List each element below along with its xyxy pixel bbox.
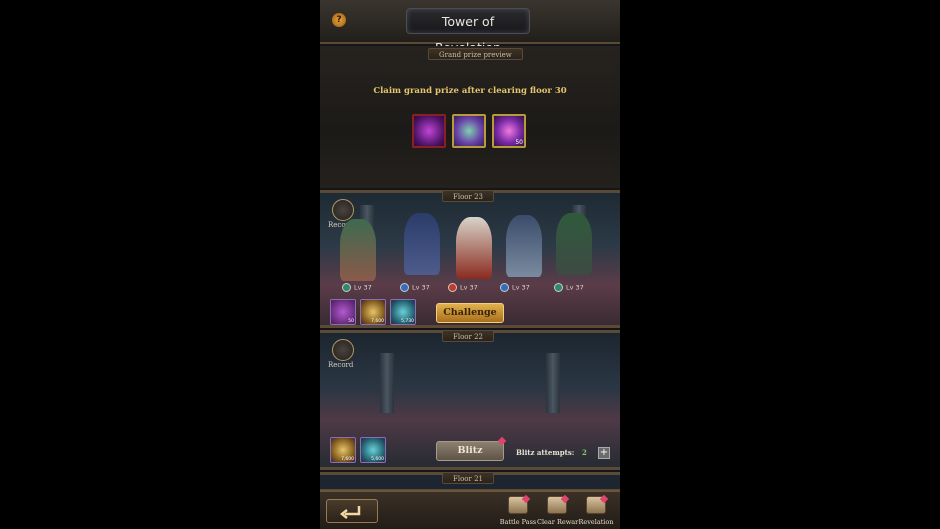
water-element-icon	[400, 283, 409, 292]
hero-5	[556, 213, 592, 275]
return-arrow-icon	[339, 506, 361, 519]
crystal-orb-icon[interactable]	[452, 114, 486, 148]
record-icon[interactable]	[332, 199, 354, 221]
gem-count: 50	[515, 139, 523, 146]
fire-element-icon	[448, 283, 457, 292]
wind-element-icon	[554, 283, 563, 292]
revelation-button[interactable]: Revelation	[576, 496, 616, 529]
purple-scroll-icon[interactable]: 50	[330, 299, 356, 325]
challenge-button[interactable]: Challenge	[436, 303, 504, 323]
hero-level: Lv 37	[400, 283, 430, 292]
hero-level: Lv 37	[554, 283, 584, 292]
blitz-button[interactable]: Blitz	[436, 441, 504, 461]
clear-rewards-button[interactable]: Clear Rewar	[537, 496, 579, 529]
hero-level: Lv 37	[448, 283, 478, 292]
floor-21-panel: Floor 21	[320, 472, 620, 492]
record-label: Record	[328, 361, 354, 369]
hero-4	[506, 215, 542, 277]
wind-element-icon	[342, 283, 351, 292]
background-pillar	[546, 353, 560, 413]
floor-22-label: Floor 22	[442, 330, 495, 342]
back-button[interactable]	[326, 499, 378, 523]
blue-potion-icon[interactable]: 5,730	[390, 299, 416, 325]
floor-23-panel: Floor 23 Record Lv 37 Lv 37 Lv 37 Lv 37 …	[320, 190, 620, 328]
blitz-attempts-label: Blitz attempts:	[516, 448, 575, 457]
clear-rewards-label: Clear Rewar	[537, 518, 579, 526]
top-bar: ? Tower of Revelation	[320, 0, 620, 55]
floor-23-label: Floor 23	[442, 190, 495, 202]
hero-3	[456, 217, 492, 279]
bottom-bar: Battle Pass Clear Rewar Revelation	[320, 490, 620, 529]
blitz-attempts-value: 2	[582, 448, 587, 457]
gold-coin-icon[interactable]: 7,600	[360, 299, 386, 325]
floor-22-panel: Floor 22 Record 7,600 5,600 Blitz Blitz …	[320, 330, 620, 470]
game-screen: ? Tower of Revelation Grand prize previe…	[320, 0, 620, 529]
add-attempts-button[interactable]: +	[598, 447, 610, 459]
record-icon[interactable]	[332, 339, 354, 361]
gold-coin-icon[interactable]: 7,600	[330, 437, 356, 463]
hero-level: Lv 37	[500, 283, 530, 292]
water-element-icon	[500, 283, 509, 292]
purple-gem-icon[interactable]: 50	[492, 114, 526, 148]
battle-pass-button[interactable]: Battle Pass	[498, 496, 538, 529]
help-button[interactable]: ?	[332, 13, 346, 27]
title-plate: Tower of Revelation	[406, 8, 530, 55]
blue-potion-icon[interactable]: 5,600	[360, 437, 386, 463]
hero-1	[340, 219, 376, 281]
background-pillar	[380, 353, 394, 413]
hero-level: Lv 37	[342, 283, 372, 292]
grand-prize-label: Grand prize preview	[428, 48, 523, 60]
grand-prize-claim-text: Claim grand prize after clearing floor 3…	[373, 86, 567, 96]
floor-21-label: Floor 21	[442, 472, 495, 484]
hero-2	[404, 213, 440, 275]
battle-pass-label: Battle Pass	[499, 518, 537, 526]
grand-prize-panel: Grand prize preview Claim grand prize af…	[320, 46, 620, 188]
revelation-label: Revelation	[578, 518, 614, 526]
purple-ring-icon[interactable]	[412, 114, 446, 148]
